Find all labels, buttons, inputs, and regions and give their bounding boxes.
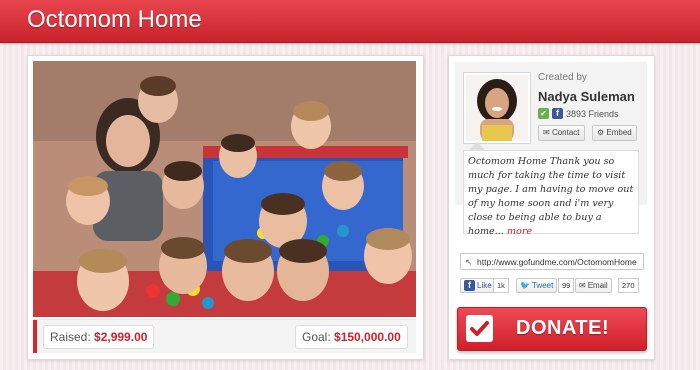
email-share-button[interactable]: ✉ Email [575,278,612,293]
cursor-icon: ↖ [465,257,473,267]
envelope-icon: ✉ [579,281,586,290]
twitter-bird-icon: 🐦 [520,281,530,290]
campaign-photo-illustration [33,61,416,317]
like-count: 1k [493,278,509,293]
tweet-button[interactable]: 🐦 Tweet [516,278,558,293]
campaign-photo [33,61,416,317]
checkmark-icon [466,315,493,342]
campaign-card: Raised: $2,999.00 Goal: $150,000.00 [27,55,424,360]
page-title: Octomom Home [27,6,202,33]
checkmark-glyph [470,321,489,336]
email-count: 270 [618,278,639,293]
raised-amount: $2,999.00 [94,330,148,344]
created-by-label: Created by [538,72,587,83]
embed-button[interactable]: ⚙ Embed [592,125,637,141]
sidebar-card: Created by Nadya Suleman ✔ f 3893 Friend… [448,55,655,360]
verified-check-icon: ✔ [538,108,549,119]
donate-button[interactable]: DONATE! [457,307,647,351]
facebook-icon: f [552,108,563,119]
creator-name[interactable]: Nadya Suleman [538,89,635,104]
share-url-field[interactable]: ↖ http://www.gofundme.com/OctomomHome [460,253,644,270]
friends-count: ✔ f 3893 Friends [538,108,619,119]
raised-label: Raised: [50,330,91,344]
donate-label: DONATE! [516,317,610,339]
header-bar: Octomom Home [0,0,700,43]
raised-pill: Raised: $2,999.00 [43,325,155,349]
tweet-label: Tweet [531,281,554,290]
facebook-like-icon: f [464,280,475,291]
goal-amount: $150,000.00 [334,330,401,344]
goal-pill: Goal: $150,000.00 [295,325,408,349]
like-label: Like [477,281,492,290]
share-url: http://www.gofundme.com/OctomomHome [477,257,637,267]
creator-panel: Created by Nadya Suleman ✔ f 3893 Friend… [455,62,647,237]
gear-icon: ⚙ [597,128,605,137]
contact-button[interactable]: ✉ Contact [538,125,585,141]
goal-label: Goal: [302,330,331,344]
campaign-description: Octomom Home Thank you so much for takin… [463,150,639,237]
tweet-count: 99 [558,278,575,293]
email-label: Email [587,281,608,290]
funding-accent [33,320,37,353]
description-text: Octomom Home Thank you so much for takin… [468,156,634,237]
description-notch [469,142,485,150]
mail-icon: ✉ [543,128,550,137]
more-link[interactable]: more [507,226,532,237]
facebook-like-button[interactable]: f Like [460,278,496,293]
avatar[interactable] [463,72,531,144]
funding-bar: Raised: $2,999.00 Goal: $150,000.00 [33,319,416,353]
contact-label: Contact [551,128,580,137]
embed-label: Embed [606,128,632,137]
friends-label: 3893 Friends [566,108,619,119]
avatar-portrait [466,75,528,141]
